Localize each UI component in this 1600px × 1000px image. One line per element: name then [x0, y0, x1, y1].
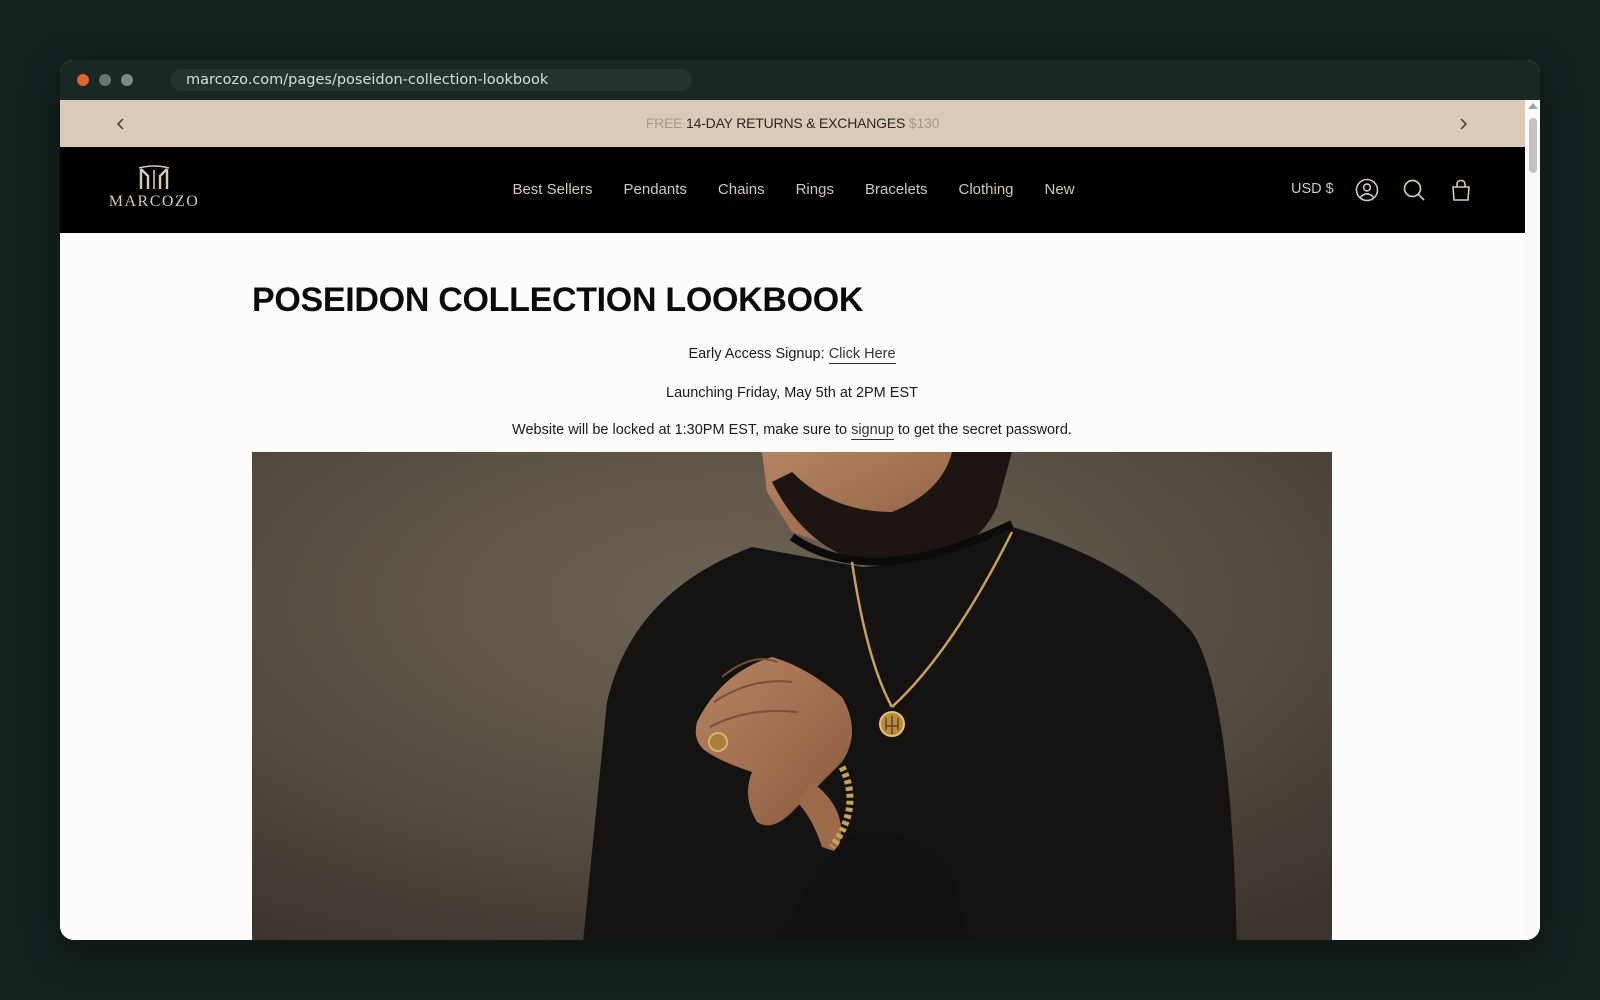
- page-viewport: FREE 14-DAY RETURNS & EXCHANGES $130 MAR…: [60, 100, 1540, 940]
- signup-link[interactable]: signup: [851, 422, 894, 440]
- launch-line: Launching Friday, May 5th at 2PM EST: [666, 385, 918, 401]
- nav-clothing[interactable]: Clothing: [958, 181, 1013, 198]
- search-icon[interactable]: [1402, 178, 1426, 202]
- page-scrollbar[interactable]: [1525, 100, 1540, 940]
- browser-titlebar: marcozo.com/pages/poseidon-collection-lo…: [60, 60, 1540, 100]
- site-header: MARCOZO Best Sellers Pendants Chains Rin…: [60, 147, 1525, 233]
- signup-prefix: Early Access Signup:: [688, 346, 829, 362]
- browser-window: marcozo.com/pages/poseidon-collection-lo…: [60, 60, 1540, 940]
- minimize-window-button[interactable]: [99, 74, 111, 86]
- lock-prefix: Website will be locked at 1:30PM EST, ma…: [512, 422, 852, 438]
- scroll-thumb[interactable]: [1529, 118, 1537, 173]
- scroll-up-arrow-icon[interactable]: [1528, 103, 1538, 109]
- nav-new[interactable]: New: [1045, 181, 1075, 198]
- currency-selector[interactable]: USD $: [1291, 181, 1334, 197]
- announcement-text: FREE 14-DAY RETURNS & EXCHANGES $130: [60, 100, 1525, 147]
- nav-chains[interactable]: Chains: [718, 181, 765, 198]
- announcement-current: 14-DAY RETURNS & EXCHANGES: [686, 115, 906, 131]
- nav-pendants[interactable]: Pendants: [624, 181, 687, 198]
- signup-click-here-link[interactable]: Click Here: [828, 346, 896, 364]
- cart-icon[interactable]: [1449, 178, 1473, 202]
- announcement-next: $130: [908, 115, 940, 131]
- announcement-bar: FREE 14-DAY RETURNS & EXCHANGES $130: [60, 100, 1525, 147]
- nav-bracelets[interactable]: Bracelets: [865, 181, 928, 198]
- account-icon[interactable]: [1355, 178, 1379, 202]
- chevron-left-icon[interactable]: [112, 115, 130, 133]
- signup-line: Early Access Signup: Click Here: [252, 346, 1332, 364]
- close-window-button[interactable]: [77, 74, 89, 86]
- lock-suffix: to get the secret password.: [893, 422, 1072, 438]
- page-title: POSEIDON COLLECTION LOOKBOOK: [252, 281, 864, 319]
- chevron-right-icon[interactable]: [1454, 115, 1472, 133]
- lock-line: Website will be locked at 1:30PM EST, ma…: [252, 422, 1332, 440]
- nav-best-sellers[interactable]: Best Sellers: [512, 181, 592, 198]
- address-bar[interactable]: marcozo.com/pages/poseidon-collection-lo…: [170, 69, 692, 91]
- lookbook-hero-image: [252, 452, 1332, 940]
- nav-rings[interactable]: Rings: [796, 181, 834, 198]
- announcement-prev: FREE: [645, 115, 683, 131]
- maximize-window-button[interactable]: [121, 74, 133, 86]
